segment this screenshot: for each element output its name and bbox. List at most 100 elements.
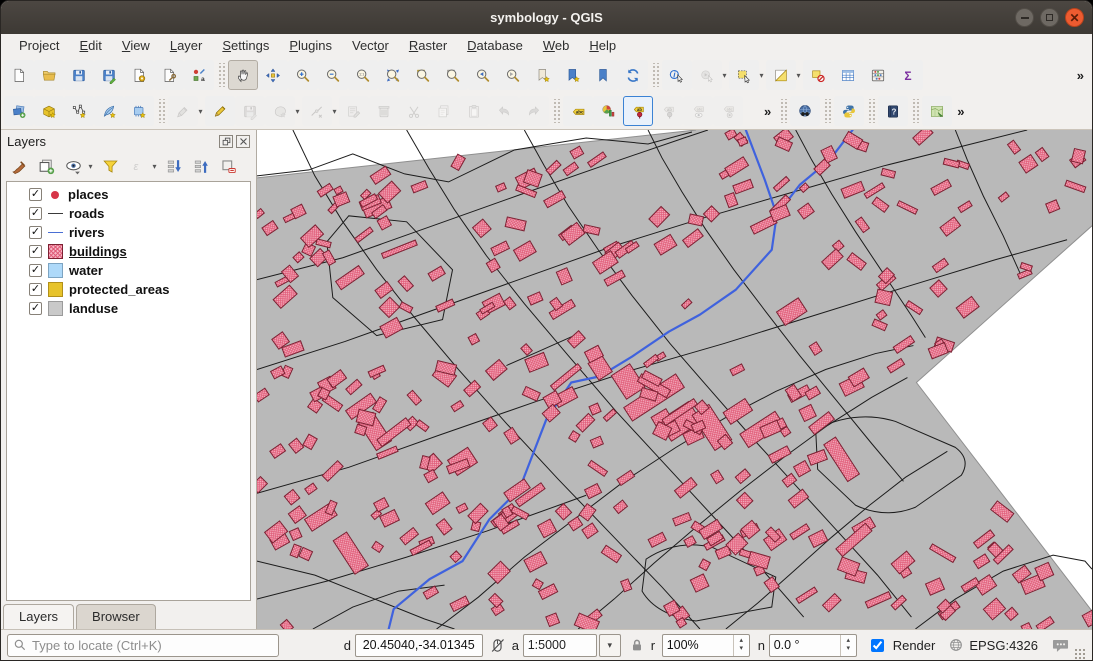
layer-item-buildings[interactable]: ✓buildings bbox=[7, 242, 250, 261]
vertex-tool-button[interactable] bbox=[302, 96, 332, 126]
menu-help[interactable]: Help bbox=[579, 35, 626, 56]
layer-name-roads[interactable]: roads bbox=[69, 206, 104, 221]
highlight-pinned-labels-button[interactable]: ab bbox=[653, 96, 683, 126]
zoom-in-button[interactable] bbox=[288, 60, 318, 90]
layer-symbol-places[interactable] bbox=[51, 191, 59, 199]
collapse-all-button[interactable] bbox=[189, 154, 213, 178]
save-layer-edits-button[interactable] bbox=[235, 96, 265, 126]
layer-symbol-roads[interactable] bbox=[48, 213, 63, 214]
tab-browser[interactable]: Browser bbox=[76, 604, 156, 629]
pin-labels-button[interactable]: ab bbox=[623, 96, 653, 126]
zoom-next-button[interactable] bbox=[498, 60, 528, 90]
layer-item-water[interactable]: ✓water bbox=[7, 261, 250, 280]
map-canvas[interactable] bbox=[257, 130, 1092, 629]
new-virtual-layer-button[interactable] bbox=[124, 96, 154, 126]
layer-symbol-landuse[interactable] bbox=[48, 301, 63, 316]
layer-name-rivers[interactable]: rivers bbox=[69, 225, 104, 240]
layer-labeling-options-button[interactable]: abc bbox=[563, 96, 593, 126]
menu-view[interactable]: View bbox=[112, 35, 160, 56]
menu-plugins[interactable]: Plugins bbox=[279, 35, 342, 56]
new-shapefile-layer-button[interactable] bbox=[64, 96, 94, 126]
select-features-button[interactable] bbox=[729, 60, 759, 90]
magnifier-spin-buttons[interactable]: ▴ ▾ bbox=[733, 635, 749, 656]
paste-features-button[interactable] bbox=[459, 96, 489, 126]
menu-project[interactable]: Project bbox=[9, 35, 69, 56]
menu-web[interactable]: Web bbox=[533, 35, 580, 56]
metasearch-button[interactable] bbox=[790, 96, 820, 126]
show-layout-manager-button[interactable] bbox=[154, 60, 184, 90]
show-bookmark-manager-button[interactable] bbox=[588, 60, 618, 90]
manage-map-themes-dropdown-arrow[interactable]: ▾ bbox=[86, 162, 95, 171]
magnifier-input[interactable] bbox=[663, 635, 733, 656]
toolbar-overflow-chevron[interactable]: » bbox=[1072, 68, 1089, 83]
zoom-out-button[interactable] bbox=[318, 60, 348, 90]
layer-checkbox-water[interactable]: ✓ bbox=[29, 264, 42, 277]
toolbar-overflow-chevron[interactable]: » bbox=[759, 104, 776, 119]
deselect-features-button[interactable] bbox=[803, 60, 833, 90]
open-attribute-table-button[interactable] bbox=[833, 60, 863, 90]
show-hidden-labels-button[interactable]: abc bbox=[683, 96, 713, 126]
show-statistical-summary-button[interactable]: Σ bbox=[893, 60, 923, 90]
current-edits-button[interactable] bbox=[168, 96, 198, 126]
layer-checkbox-places[interactable]: ✓ bbox=[29, 188, 42, 201]
new-spatialite-layer-button[interactable] bbox=[94, 96, 124, 126]
identify-features-button[interactable]: i bbox=[662, 60, 692, 90]
delete-selected-button[interactable] bbox=[369, 96, 399, 126]
layer-item-protected_areas[interactable]: ✓protected_areas bbox=[7, 280, 250, 299]
open-layer-styling-panel-button[interactable] bbox=[7, 154, 31, 178]
layer-checkbox-rivers[interactable]: ✓ bbox=[29, 226, 42, 239]
menu-edit[interactable]: Edit bbox=[69, 35, 111, 56]
layer-name-buildings[interactable]: buildings bbox=[69, 244, 127, 259]
locator-input[interactable] bbox=[7, 634, 279, 657]
scale-dropdown-button[interactable]: ▾ bbox=[599, 634, 621, 657]
crs-status-button[interactable]: EPSG:4326 bbox=[948, 637, 1038, 653]
copy-features-button[interactable] bbox=[429, 96, 459, 126]
new-print-layout-button[interactable] bbox=[124, 60, 154, 90]
menu-vector[interactable]: Vector bbox=[342, 35, 399, 56]
rotation-input[interactable] bbox=[770, 635, 840, 656]
scale-combobox[interactable]: 1:5000 bbox=[523, 634, 597, 657]
rotation-spin-buttons[interactable]: ▴ ▾ bbox=[840, 635, 856, 656]
select-by-form-button[interactable] bbox=[766, 60, 796, 90]
open-data-source-manager-button[interactable] bbox=[4, 96, 34, 126]
layer-symbol-rivers[interactable] bbox=[48, 232, 63, 233]
plugin-button[interactable] bbox=[922, 96, 952, 126]
save-project-button[interactable] bbox=[64, 60, 94, 90]
layer-symbol-buildings[interactable] bbox=[48, 244, 63, 259]
open-project-button[interactable] bbox=[34, 60, 64, 90]
python-console-button[interactable] bbox=[834, 96, 864, 126]
zoom-native-button[interactable]: 1:1 bbox=[348, 60, 378, 90]
zoom-full-button[interactable] bbox=[378, 60, 408, 90]
toggle-editing-button[interactable] bbox=[205, 96, 235, 126]
save-project-as-button[interactable] bbox=[94, 60, 124, 90]
layer-item-places[interactable]: ✓ places bbox=[7, 185, 250, 204]
layer-symbol-water[interactable] bbox=[48, 263, 63, 278]
layer-checkbox-roads[interactable]: ✓ bbox=[29, 207, 42, 220]
expand-all-button[interactable] bbox=[162, 154, 186, 178]
help-contents-button[interactable]: ? bbox=[878, 96, 908, 126]
menu-raster[interactable]: Raster bbox=[399, 35, 457, 56]
layer-name-places[interactable]: places bbox=[68, 187, 108, 202]
zoom-to-selection-button[interactable] bbox=[408, 60, 438, 90]
close-button[interactable]: ✕ bbox=[1065, 8, 1084, 27]
new-spatial-bookmark-button[interactable] bbox=[528, 60, 558, 90]
panel-close-button[interactable] bbox=[236, 135, 250, 148]
style-manager-button[interactable]: a bbox=[184, 60, 214, 90]
menu-layer[interactable]: Layer bbox=[160, 35, 213, 56]
cut-features-button[interactable] bbox=[399, 96, 429, 126]
menu-settings[interactable]: Settings bbox=[212, 35, 279, 56]
new-geopackage-layer-button[interactable] bbox=[34, 96, 64, 126]
refresh-map-button[interactable] bbox=[618, 60, 648, 90]
scale-lock-button[interactable] bbox=[629, 637, 645, 653]
pan-map-button[interactable] bbox=[228, 60, 258, 90]
tab-layers[interactable]: Layers bbox=[3, 604, 74, 629]
layer-name-protected_areas[interactable]: protected_areas bbox=[69, 282, 169, 297]
coordinate-input[interactable] bbox=[356, 635, 482, 656]
redo-button[interactable] bbox=[519, 96, 549, 126]
panel-float-button[interactable] bbox=[219, 135, 233, 148]
run-feature-action-button[interactable] bbox=[692, 60, 722, 90]
pan-to-selection-button[interactable] bbox=[258, 60, 288, 90]
resize-grip[interactable] bbox=[1074, 648, 1086, 660]
minimize-button[interactable] bbox=[1015, 8, 1034, 27]
layer-checkbox-landuse[interactable]: ✓ bbox=[29, 302, 42, 315]
